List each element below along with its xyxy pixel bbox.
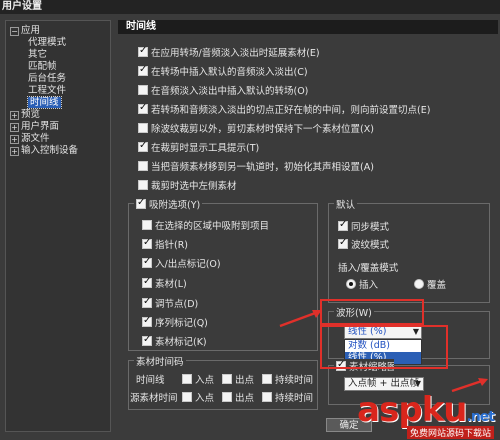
tree-item-other[interactable]: 其它 <box>28 49 47 61</box>
checkbox[interactable] <box>142 296 152 308</box>
timeline-settings-panel: 时间线 在应用转场/音频淡入淡出时延展素材(E) 在转场中插入默认的音频淡入淡出… <box>118 20 498 432</box>
checkbox[interactable] <box>138 161 148 171</box>
tree-item-input-devices[interactable]: + 输入控制设备 <box>10 145 78 157</box>
expand-icon[interactable]: + <box>10 111 19 120</box>
chevron-down-icon: ▼ <box>414 379 421 388</box>
timecode-row-label: 时间线 <box>136 375 165 386</box>
checkbox[interactable] <box>142 315 152 327</box>
checkbox[interactable] <box>142 276 152 288</box>
tree-item-user-interface[interactable]: + 用户界面 <box>10 121 59 133</box>
sync-mode-toggle[interactable]: 同步模式 <box>338 219 389 233</box>
checkbox[interactable] <box>182 392 192 402</box>
checkbox[interactable] <box>138 180 148 190</box>
tree-item-source-files[interactable]: + 源文件 <box>10 133 50 145</box>
snap-clips[interactable]: 素材(L) <box>142 276 187 290</box>
option-show-trim-tooltip[interactable]: 在裁剪时显示工具提示(T) <box>138 140 259 154</box>
option-insert-audio-fade[interactable]: 在转场中插入默认的音频淡入淡出(C) <box>138 64 308 78</box>
snap-pointer[interactable]: 指针(R) <box>142 237 188 251</box>
insert-overwrite-label: 插入/覆盖模式 <box>338 263 399 274</box>
clip-timecode-title: 素材时间码 <box>134 354 186 368</box>
settings-tree: − 应用 代理模式 其它 匹配帧 后台任务 工程文件 时间线 + 预览 + 用户界面 … <box>5 20 111 432</box>
option-init-pan[interactable]: 当把音频素材移到另一轨道时，初始化其声相设置(A) <box>138 159 374 173</box>
expand-icon[interactable]: + <box>10 135 19 144</box>
tree-item-timeline[interactable]: 时间线 <box>27 96 62 109</box>
snap-clip-markers[interactable]: 素材标记(K) <box>142 334 207 348</box>
source-duration-toggle[interactable]: 持续时间 <box>262 390 313 404</box>
tree-item-background-tasks[interactable]: 后台任务 <box>28 73 66 85</box>
tree-item-proxy[interactable]: 代理模式 <box>28 37 66 49</box>
checkbox[interactable] <box>338 219 348 231</box>
panel-title: 时间线 <box>118 20 498 34</box>
tree-item-app[interactable]: − 应用 <box>10 25 40 37</box>
ripple-mode-toggle[interactable]: 波纹模式 <box>338 237 389 251</box>
radio-dot[interactable] <box>346 279 356 289</box>
timeline-out-toggle[interactable]: 出点 <box>222 372 254 386</box>
checkbox[interactable] <box>142 237 152 249</box>
window-title: 用户设置 <box>0 0 500 14</box>
checkbox[interactable] <box>142 220 152 230</box>
checkbox[interactable] <box>142 256 152 268</box>
snap-adjust-points[interactable]: 调节点(D) <box>142 296 198 310</box>
timecode-row-label: 源素材时间 <box>130 393 178 404</box>
insert-radio[interactable]: 插入 <box>346 277 378 291</box>
checkbox[interactable] <box>138 140 148 152</box>
checkbox[interactable] <box>262 374 272 384</box>
site-watermark-logo: aspku.net <box>357 390 495 430</box>
checkbox[interactable] <box>182 374 192 384</box>
settings-window: − 应用 代理模式 其它 匹配帧 后台任务 工程文件 时间线 + 预览 + 用户界面 … <box>0 14 500 440</box>
radio-dot[interactable] <box>414 279 424 289</box>
checkbox[interactable] <box>338 237 348 249</box>
expand-icon[interactable]: + <box>10 147 19 156</box>
option-keep-next-clip[interactable]: 除波纹裁剪以外，剪切素材时保持下一个素材位置(X) <box>138 121 374 135</box>
checkbox[interactable] <box>222 392 232 402</box>
tree-item-project-file[interactable]: 工程文件 <box>28 85 66 97</box>
source-in-toggle[interactable]: 入点 <box>182 390 214 404</box>
checkbox[interactable] <box>262 392 272 402</box>
source-out-toggle[interactable]: 出点 <box>222 390 254 404</box>
checkbox[interactable] <box>142 334 152 346</box>
site-watermark-caption: 免费网站源码下载站 <box>406 426 494 439</box>
checkbox[interactable] <box>222 374 232 384</box>
option-extend-clip[interactable]: 在应用转场/音频淡入淡出时延展素材(E) <box>138 45 320 59</box>
expand-icon[interactable]: + <box>10 123 19 132</box>
checkbox[interactable] <box>138 123 148 133</box>
annotation-arrow-icon <box>279 310 322 328</box>
option-insert-default-transition[interactable]: 在音频淡入淡出中插入默认的转场(O) <box>138 83 308 97</box>
overwrite-radio[interactable]: 覆盖 <box>414 277 446 291</box>
snap-in-out-marks[interactable]: 入/出点标记(O) <box>142 256 221 270</box>
defaults-group-title: 默认 <box>334 197 358 211</box>
checkbox[interactable] <box>138 64 148 76</box>
checkbox[interactable] <box>138 85 148 95</box>
snap-options-toggle[interactable]: 吸附选项(Y) <box>134 197 203 211</box>
timeline-in-toggle[interactable]: 入点 <box>182 372 214 386</box>
annotation-box-waveform <box>320 299 424 325</box>
annotation-box-dropdown <box>320 325 448 369</box>
checkbox[interactable] <box>138 45 148 57</box>
snap-in-region[interactable]: 在选择的区域中吸附到项目 <box>142 218 269 232</box>
timeline-duration-toggle[interactable]: 持续时间 <box>262 372 313 386</box>
tree-item-match-frame[interactable]: 匹配帧 <box>28 61 57 73</box>
option-cut-point-forward[interactable]: 若转场和音频淡入淡出的切点正好在帧的中间，则向前设置切点(E) <box>138 102 430 116</box>
collapse-icon[interactable]: − <box>10 27 19 36</box>
option-select-left-clip[interactable]: 裁剪时选中左侧素材 <box>138 178 237 192</box>
checkbox[interactable] <box>136 197 146 209</box>
checkbox[interactable] <box>138 102 148 114</box>
tree-item-preview[interactable]: + 预览 <box>10 109 40 121</box>
thumbnail-select[interactable]: 入点帧 + 出点帧 ▼ <box>344 377 424 391</box>
snap-sequence-markers[interactable]: 序列标记(Q) <box>142 315 208 329</box>
